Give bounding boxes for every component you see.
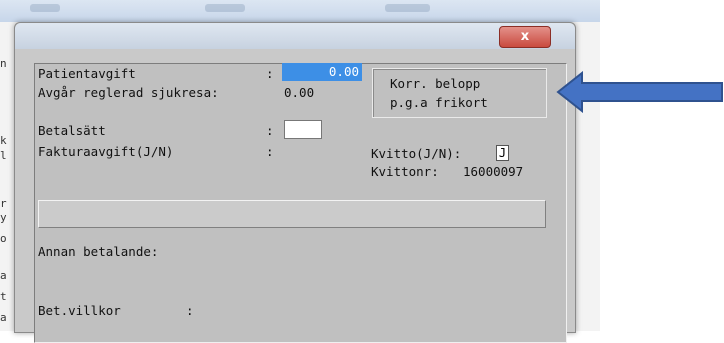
edge-letter: t	[0, 290, 7, 303]
korr-belopp-box: Korr. belopp p.g.a frikort	[372, 68, 547, 118]
edge-letter: o	[0, 232, 7, 245]
edge-letter: k	[0, 134, 7, 147]
close-icon: x	[520, 29, 530, 44]
kvittonr-label: Kvittonr:	[371, 164, 439, 179]
patientavgift-input[interactable]: 0.00	[282, 63, 362, 81]
dialog-titlebar[interactable]: x	[15, 23, 575, 49]
betalsatt-input[interactable]	[284, 120, 322, 139]
patientavgift-colon: :	[266, 66, 274, 81]
betvillkor-label: Bet.villkor	[38, 303, 121, 318]
patientavgift-label: Patientavgift	[38, 66, 136, 81]
fakturaavgift-colon: :	[266, 144, 274, 159]
edge-letter: a	[0, 311, 7, 324]
info-bar	[38, 200, 546, 228]
left-arrow-icon	[556, 71, 723, 113]
avgar-label: Avgår reglerad sjukresa:	[38, 85, 219, 100]
kvitto-label: Kvitto(J/N):	[371, 146, 462, 161]
fakturaavgift-label: Fakturaavgift(J/N)	[38, 144, 174, 159]
betalsatt-colon: :	[266, 123, 274, 138]
betvillkor-colon: :	[186, 303, 194, 318]
betalsatt-label: Betalsätt	[38, 123, 106, 138]
blurred-text	[385, 4, 430, 12]
edge-letter: a	[0, 269, 7, 282]
edge-letter: y	[0, 211, 7, 224]
kvittonr-value: 16000097	[463, 164, 524, 179]
korr-line-1: Korr. belopp	[390, 76, 481, 91]
kvitto-input[interactable]: J	[496, 145, 509, 161]
edge-letter: l	[0, 149, 7, 162]
blurred-text	[30, 4, 60, 12]
avgar-value: 0.00	[284, 85, 315, 100]
edge-letter: r	[0, 197, 7, 210]
annan-betalande-label: Annan betalande:	[38, 244, 159, 259]
edge-letter: n	[0, 57, 7, 70]
korr-line-2: p.g.a frikort	[390, 95, 488, 110]
background-toolbar	[0, 0, 600, 22]
close-button[interactable]: x	[499, 26, 551, 48]
blurred-text	[205, 4, 245, 12]
